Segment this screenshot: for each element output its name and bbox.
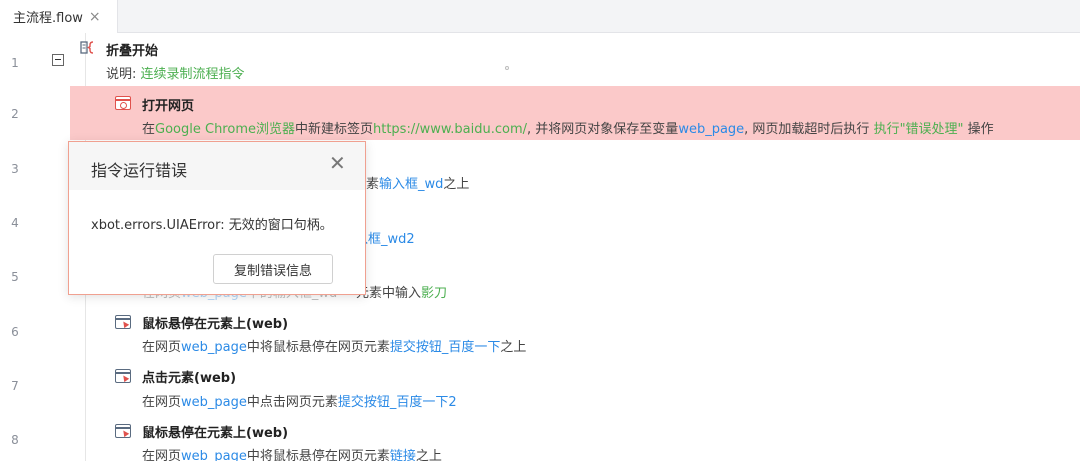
tab-bar: 主流程.flow × xyxy=(0,0,1080,33)
step-description: 在网页web_page中将鼠标悬停在网页元素链接之上 xyxy=(142,445,442,461)
desc-text: 在网页 xyxy=(142,395,182,410)
step-title: 鼠标悬停在元素上(web) xyxy=(142,426,289,441)
desc-text: 中新建标签页 xyxy=(294,122,373,137)
variable-value: web_page xyxy=(181,449,247,461)
tab-label: 主流程.flow xyxy=(13,11,83,26)
mouse-hover-icon xyxy=(115,424,131,438)
input-value: 影刀 xyxy=(421,286,448,301)
mouse-click-icon xyxy=(115,369,131,383)
mouse-hover-icon xyxy=(115,315,131,329)
cursor-dot xyxy=(505,66,509,70)
variable-value: web_page xyxy=(678,122,745,137)
desc-text: 在网页 xyxy=(142,449,182,461)
close-icon[interactable]: × xyxy=(89,9,101,25)
step-description: 在网页web_page中将鼠标悬停在网页元素提交按钮_百度一下之上 xyxy=(142,336,526,355)
desc-text: 之上 xyxy=(415,449,442,461)
line-number: 2 xyxy=(11,107,19,121)
step-description: 在网页web_page中点击网页元素提交按钮_百度一下2 xyxy=(142,391,457,410)
element-value: 提交按钮_百度一下 xyxy=(389,340,501,355)
desc-text: 在 xyxy=(142,122,156,137)
step-title: 鼠标悬停在元素上(web) xyxy=(142,317,289,332)
element-value: 提交按钮_百度一下2 xyxy=(337,395,457,410)
desc-text: 在网页 xyxy=(142,340,182,355)
dialog-header: 指令运行错误 ✕ xyxy=(69,142,365,190)
desc-label: 说明: xyxy=(106,67,141,82)
line-number: 7 xyxy=(11,379,19,393)
desc-text: 中将鼠标悬停在网页元素 xyxy=(246,449,390,461)
action-value: 执行"错误处理" xyxy=(873,122,964,137)
line-number: 1 xyxy=(11,56,19,70)
step-description: 元素中输入影刀 xyxy=(356,282,447,301)
copy-error-button[interactable]: 复制错误信息 xyxy=(213,254,333,284)
tab-main-flow[interactable]: 主流程.flow × xyxy=(0,0,118,33)
step-description: 说明: 连续录制流程指令 xyxy=(106,63,245,82)
dialog-title: 指令运行错误 xyxy=(91,161,188,180)
desc-text: 中点击网页元素 xyxy=(246,395,338,410)
url-value: https://www.baidu.com/ xyxy=(373,122,528,137)
line-number: 8 xyxy=(11,433,19,447)
desc-text: 之上 xyxy=(443,177,470,192)
desc-text: , 网页加载超时后执行 xyxy=(744,122,874,137)
desc-text: , 并将网页对象保存至变量 xyxy=(527,122,679,137)
step-title: 折叠开始 xyxy=(106,44,159,59)
line-number: 3 xyxy=(11,162,19,176)
desc-value: 连续录制流程指令 xyxy=(140,67,245,82)
variable-value: web_page xyxy=(181,395,247,410)
error-message: xbot.errors.UIAError: 无效的窗口句柄。 xyxy=(91,218,333,233)
step-title: 点击元素(web) xyxy=(142,371,237,386)
element-value: 链接 xyxy=(389,449,416,461)
fold-start-icon xyxy=(80,41,94,54)
desc-text: 中将鼠标悬停在网页元素 xyxy=(246,340,390,355)
step-title: 打开网页 xyxy=(142,99,195,114)
close-icon[interactable]: ✕ xyxy=(329,153,346,173)
browser-value: Google Chrome浏览器 xyxy=(155,122,295,137)
error-dialog: 指令运行错误 ✕ xbot.errors.UIAError: 无效的窗口句柄。 … xyxy=(68,141,366,295)
line-number: 5 xyxy=(11,270,19,284)
desc-text: 之上 xyxy=(500,340,527,355)
element-value: 输入框_wd xyxy=(379,177,444,192)
collapse-toggle-icon[interactable] xyxy=(52,54,64,66)
step-description: 在Google Chrome浏览器中新建标签页https://www.baidu… xyxy=(142,118,994,137)
browser-window-icon xyxy=(115,96,131,110)
variable-value: web_page xyxy=(181,340,247,355)
line-number: 4 xyxy=(11,216,19,230)
desc-text: 操作 xyxy=(963,122,994,137)
line-number: 6 xyxy=(11,325,19,339)
